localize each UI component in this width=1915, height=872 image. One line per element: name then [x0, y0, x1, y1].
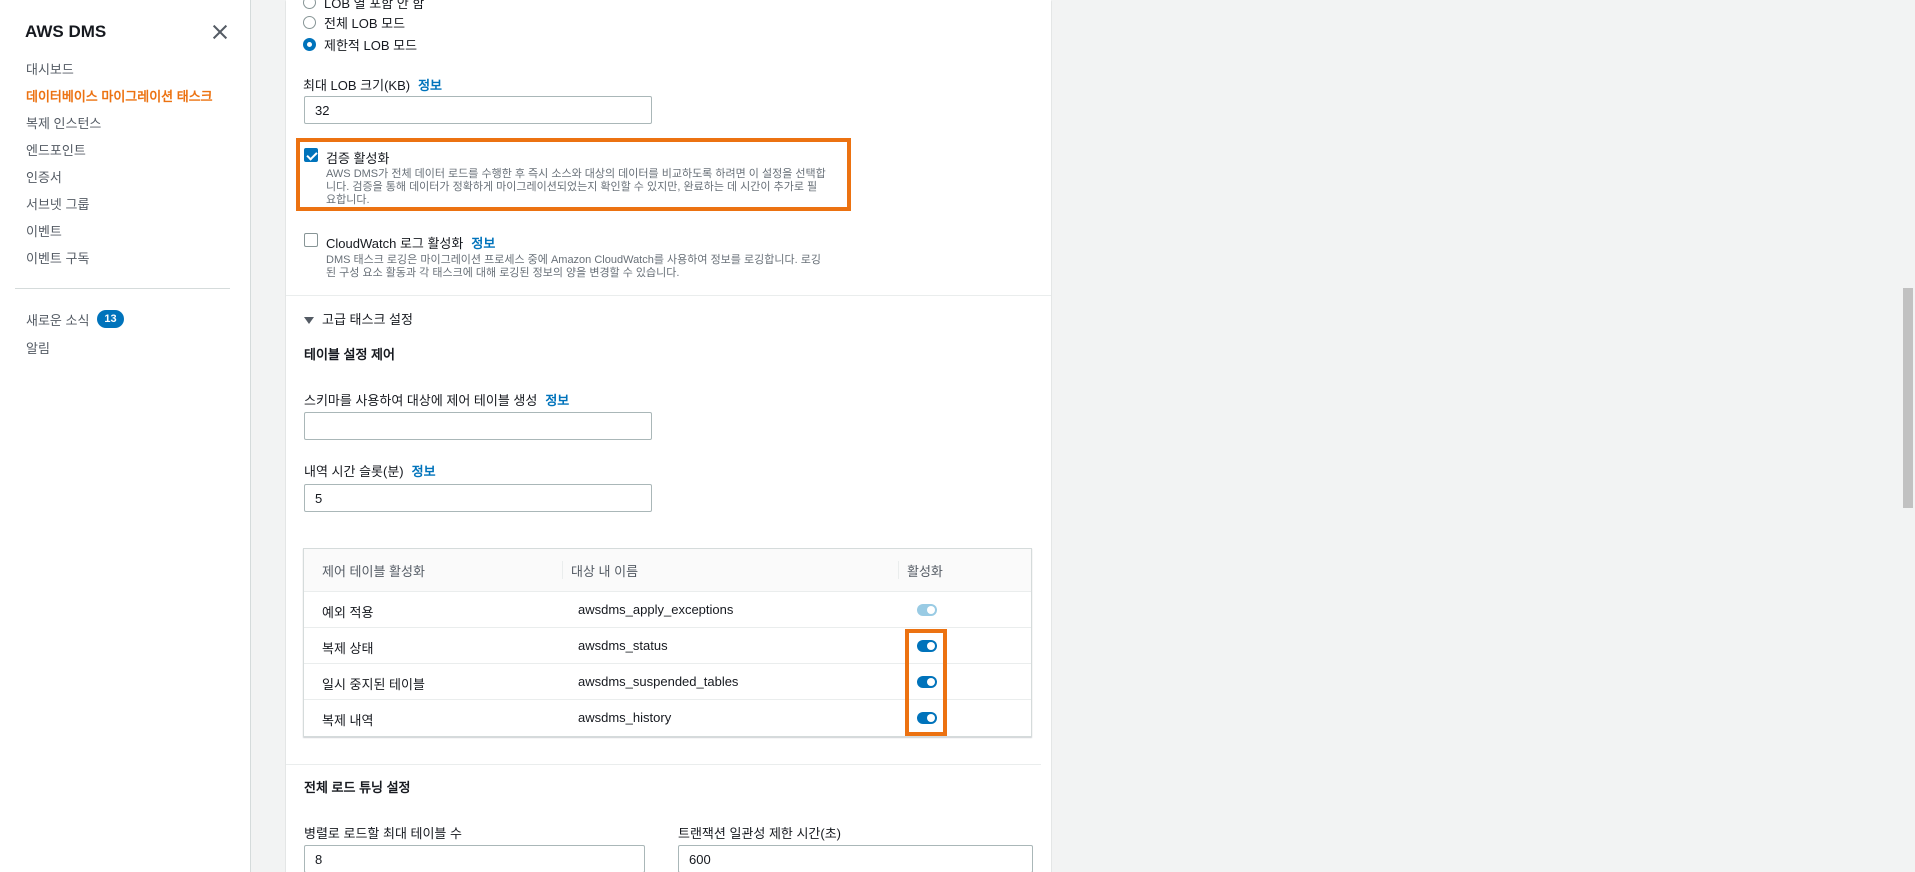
section-divider — [286, 764, 1041, 765]
lob-option-cut[interactable]: LOB 열 포함 안 함 — [303, 0, 424, 12]
toggles-highlight — [905, 629, 947, 736]
validation-checkbox[interactable] — [304, 148, 318, 162]
sidebar-item-events[interactable]: 이벤트 — [0, 220, 250, 247]
max-tables-label: 병렬로 로드할 최대 테이블 수 — [304, 826, 462, 841]
cloudwatch-text: CloudWatch 로그 활성화 정보 DMS 태스크 로깅은 마이그레이션 프… — [326, 233, 821, 280]
radio-selected-icon — [303, 38, 316, 51]
page-scrollbar-thumb[interactable] — [1903, 288, 1913, 508]
cloudwatch-desc-1: DMS 태스크 로깅은 마이그레이션 프로세스 중에 Amazon CloudW… — [326, 254, 821, 266]
full-load-title: 전체 로드 튜닝 설정 — [304, 780, 411, 795]
sidebar-item-event-subscriptions[interactable]: 이벤트 구독 — [0, 247, 250, 274]
lob-option-full-label: 전체 LOB 모드 — [324, 16, 406, 31]
row-target: awsdms_suspended_tables — [578, 674, 739, 689]
row-name: 복제 내역 — [322, 713, 374, 728]
sidebar-item-endpoints[interactable]: 엔드포인트 — [0, 139, 250, 166]
sidebar-item-subnet-groups[interactable]: 서브넷 그룹 — [0, 193, 250, 220]
row-name: 복제 상태 — [322, 641, 374, 656]
validation-label: 검증 활성화 — [326, 151, 390, 166]
sidebar-item-replication-instances[interactable]: 복제 인스턴스 — [0, 112, 250, 139]
history-slot-label: 내역 시간 슬롯(분) — [304, 464, 404, 479]
validation-desc-1: AWS DMS가 전체 데이터 로드를 수행한 후 즉시 소스와 대상의 데이터… — [326, 168, 826, 180]
radio-icon — [303, 0, 316, 9]
whats-new-count-badge: 13 — [97, 310, 124, 328]
sidebar-item-dashboard[interactable]: 대시보드 — [0, 58, 250, 85]
cloudwatch-desc-2: 된 구성 요소 활동과 각 태스크에 대해 로깅된 정보의 양을 변경할 수 있… — [326, 267, 680, 279]
header-target-name: 대상 내 이름 — [562, 561, 638, 579]
close-icon[interactable] — [210, 22, 230, 42]
row-target: awsdms_history — [578, 710, 672, 725]
sidebar-item-certificates[interactable]: 인증서 — [0, 166, 250, 193]
cloudwatch-checkbox-row[interactable]: CloudWatch 로그 활성화 정보 DMS 태스크 로깅은 마이그레이션 프… — [304, 233, 821, 280]
validation-checkbox-row[interactable]: 검증 활성화 AWS DMS가 전체 데이터 로드를 수행한 후 즉시 소스와 … — [304, 148, 826, 207]
control-schema-label-row: 스키마를 사용하여 대상에 제어 테이블 생성 정보 — [304, 390, 569, 410]
row-target: awsdms_apply_exceptions — [578, 602, 734, 617]
sidebar-header: AWS DMS — [0, 0, 250, 48]
lob-option-cut-label: LOB 열 포함 안 함 — [324, 0, 425, 11]
table-header: 제어 테이블 활성화 대상 내 이름 활성화 — [304, 549, 1031, 592]
control-schema-label: 스키마를 사용하여 대상에 제어 테이블 생성 — [304, 393, 538, 408]
sidebar: AWS DMS 대시보드 데이터베이스 마이그레이션 태스크 복제 인스턴스 엔… — [0, 0, 251, 872]
header-enabled: 활성화 — [898, 561, 943, 579]
validation-desc-3: 요합니다. — [326, 194, 370, 206]
history-slot-label-row: 내역 시간 슬롯(분) 정보 — [304, 461, 436, 481]
cloudwatch-label: CloudWatch 로그 활성화 — [326, 236, 464, 251]
apply-exceptions-toggle — [917, 604, 937, 616]
control-table-title: 테이블 설정 제어 — [304, 347, 395, 362]
sidebar-title: AWS DMS — [25, 22, 107, 41]
max-lob-size-label-row: 최대 LOB 크기(KB) 정보 — [303, 75, 442, 95]
task-settings-panel: LOB 열 포함 안 함 전체 LOB 모드 제한적 LOB 모드 최대 LOB… — [286, 0, 1051, 872]
cloudwatch-info-link[interactable]: 정보 — [471, 236, 495, 251]
txn-timeout-label: 트랜잭션 일관성 제한 시간(초) — [678, 826, 842, 841]
row-name: 일시 중지된 테이블 — [322, 677, 425, 692]
max-lob-size-info-link[interactable]: 정보 — [418, 78, 442, 93]
caret-down-icon — [304, 317, 314, 325]
row-target: awsdms_status — [578, 638, 668, 653]
row-name: 예외 적용 — [322, 605, 374, 620]
lob-option-limited[interactable]: 제한적 LOB 모드 — [303, 35, 417, 54]
cloudwatch-checkbox[interactable] — [304, 233, 318, 247]
lob-option-limited-label: 제한적 LOB 모드 — [324, 38, 418, 53]
advanced-settings-label: 고급 태스크 설정 — [322, 312, 413, 327]
max-lob-size-input[interactable]: 32 — [304, 96, 652, 124]
history-slot-input[interactable]: 5 — [304, 484, 652, 512]
max-tables-input[interactable]: 8 — [304, 845, 645, 872]
sidebar-nav: 대시보드 데이터베이스 마이그레이션 태스크 복제 인스턴스 엔드포인트 인증서… — [0, 48, 250, 274]
whats-new-label: 새로운 소식 — [26, 312, 90, 328]
header-control-table: 제어 테이블 활성화 — [322, 564, 425, 579]
control-schema-input[interactable] — [304, 412, 652, 440]
control-schema-info-link[interactable]: 정보 — [545, 393, 569, 408]
validation-text: 검증 활성화 AWS DMS가 전체 데이터 로드를 수행한 후 즉시 소스와 … — [326, 148, 826, 207]
sidebar-item-whats-new[interactable]: 새로운 소식 13 — [0, 305, 250, 333]
validation-desc-2: 니다. 검증을 통해 데이터가 정확하게 마이그레이션되었는지 확인할 수 있지… — [326, 181, 818, 193]
sidebar-secondary-nav: 새로운 소식 13 알림 — [0, 305, 250, 361]
sidebar-item-alerts[interactable]: 알림 — [0, 333, 250, 361]
lob-option-full[interactable]: 전체 LOB 모드 — [303, 13, 405, 32]
sidebar-item-migration-tasks[interactable]: 데이터베이스 마이그레이션 태스크 — [0, 85, 250, 112]
section-divider — [286, 295, 1051, 296]
advanced-settings-toggle[interactable]: 고급 태스크 설정 — [304, 309, 413, 328]
history-slot-info-link[interactable]: 정보 — [412, 464, 436, 479]
sidebar-divider — [15, 288, 230, 289]
max-lob-size-label: 최대 LOB 크기(KB) — [303, 78, 411, 93]
txn-timeout-input[interactable]: 600 — [678, 845, 1033, 872]
radio-icon — [303, 16, 316, 29]
table-row: 예외 적용 awsdms_apply_exceptions — [304, 592, 1031, 628]
